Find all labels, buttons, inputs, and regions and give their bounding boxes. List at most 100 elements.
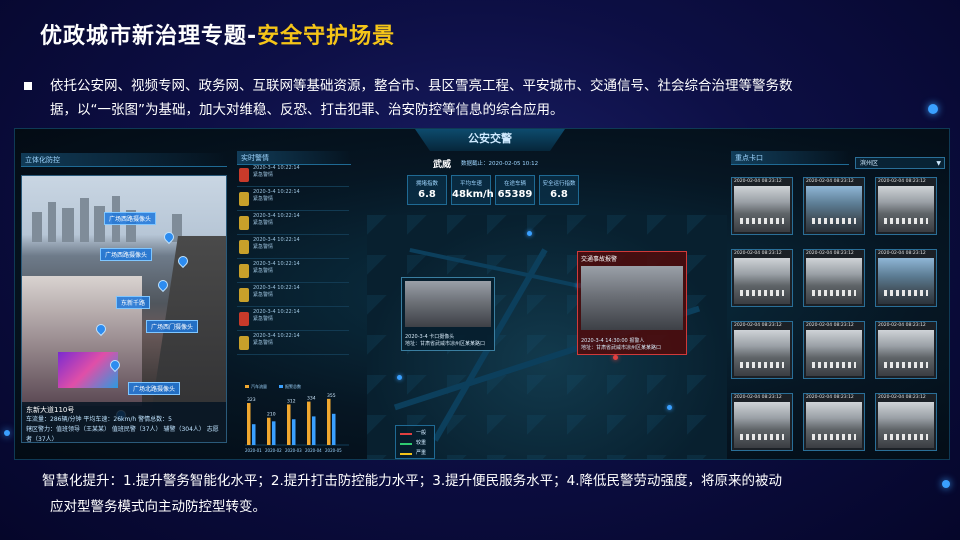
legend-label: 汽车流量 — [251, 383, 267, 389]
camera-popup-line-1: 2020-3-4 卡口摄像头 — [405, 334, 455, 340]
alert-item[interactable]: 2020-3-4 10:22:14 紧急警情 — [237, 237, 349, 259]
alert-icon — [239, 240, 249, 254]
camera-tile[interactable]: 2020-02-04 08:23:12 — [731, 393, 793, 451]
camera-timestamp: 2020-02-04 08:23:12 — [878, 251, 926, 256]
camera-scene — [734, 402, 790, 448]
map-marker-icon[interactable] — [527, 231, 532, 236]
camera-label[interactable]: 东新千路 — [116, 296, 151, 309]
region-select[interactable]: 滨州区 ▼ — [855, 157, 945, 169]
camera-tile[interactable]: 2020-02-04 08:23:12 — [803, 249, 865, 307]
alert-item[interactable]: 2020-3-4 10:22:14 紧急警情 — [237, 165, 349, 187]
stat-box: 平均车速 48km/h — [451, 175, 494, 205]
camera-label[interactable]: 广场西门摄像头 — [146, 320, 199, 333]
crosswalk — [740, 362, 784, 368]
alert-item[interactable]: 2020-3-4 10:22:14 紧急警情 — [237, 309, 349, 331]
camera-timestamp: 2020-02-04 08:23:12 — [878, 395, 926, 400]
camera-tile[interactable]: 2020-02-04 08:23:12 — [731, 249, 793, 307]
led-screen — [58, 352, 118, 388]
map-marker-icon[interactable] — [397, 375, 402, 380]
crosswalk — [812, 362, 856, 368]
camera-tile[interactable]: 2020-02-04 08:23:12 — [731, 177, 793, 235]
camera-scene — [806, 186, 862, 232]
camera-timestamp: 2020-02-04 08:23:12 — [734, 323, 782, 328]
bar — [267, 417, 271, 445]
cams-panel-title: 重点卡口 — [731, 151, 849, 165]
bar — [272, 421, 276, 445]
camera-tile[interactable]: 2020-02-04 08:23:12 — [803, 321, 865, 379]
legend-line — [400, 443, 412, 445]
camera-scene — [734, 330, 790, 376]
camera-scene — [806, 402, 862, 448]
camera-pin-icon[interactable] — [155, 277, 171, 293]
alert-item[interactable]: 2020-3-4 10:22:14 紧急警情 — [237, 189, 349, 211]
stat-box: 在途车辆 65389 — [495, 175, 535, 205]
city-label: 武威 — [433, 160, 452, 170]
camera-timestamp: 2020-02-04 08:23:12 — [806, 251, 854, 256]
crosswalk — [740, 434, 784, 440]
alert-item[interactable]: 2020-3-4 10:22:14 紧急警情 — [237, 333, 349, 355]
crosswalk — [740, 290, 784, 296]
alert-item[interactable]: 2020-3-4 10:22:14 紧急警情 — [237, 213, 349, 235]
accident-popup[interactable]: 交通事故报警 2020-3-4 14:30:00 报警人 地址：甘肃省武威市凉州… — [577, 251, 687, 355]
legend-label: 严重 — [416, 450, 427, 456]
alert-item[interactable]: 2020-3-4 10:22:14 紧急警情 — [237, 285, 349, 307]
camera-tile[interactable]: 2020-02-04 08:23:12 — [803, 177, 865, 235]
bar-value-label: 355 — [327, 393, 336, 399]
camera-label[interactable]: 广场北路摄像头 — [128, 382, 181, 395]
left-panel-title: 立体化防控 — [21, 153, 227, 167]
camera-tile[interactable]: 2020-02-04 08:23:12 — [875, 177, 937, 235]
camera-scene — [734, 186, 790, 232]
camera-timestamp: 2020-02-04 08:23:12 — [878, 323, 926, 328]
crosswalk — [812, 290, 856, 296]
x-tick-label: 2020-05 — [325, 448, 342, 453]
camera-scene — [734, 258, 790, 304]
alert-list: 2020-3-4 10:22:14 紧急警情 2020-3-4 10:22:14 紧急… — [237, 165, 349, 365]
camera-timestamp: 2020-02-04 08:23:12 — [734, 251, 782, 256]
alert-type: 紧急警情 — [253, 196, 274, 202]
alert-icon — [239, 264, 249, 278]
camera-tile[interactable]: 2020-02-04 08:23:12 — [731, 321, 793, 379]
bullet-line-2: 据，以“一张图”为基础，加大对维稳、反恐、打击犯罪、治安防控等信息的综合应用。 — [50, 102, 564, 118]
camera-tile[interactable]: 2020-02-04 08:23:12 — [803, 393, 865, 451]
camera-snapshot — [405, 281, 491, 327]
alert-time: 2020-3-4 10:22:14 — [253, 261, 300, 267]
map-marker-icon[interactable] — [667, 405, 672, 410]
bar — [292, 419, 296, 445]
alert-item[interactable]: 2020-3-4 10:22:14 紧急警情 — [237, 261, 349, 283]
summary-text: 智慧化提升：1.提升警务智能化水平；2.提升打击防控能力水平；3.提升便民服务水… — [42, 468, 932, 520]
alert-icon — [239, 168, 249, 182]
building — [80, 198, 89, 242]
stat-value: 48km/h — [452, 189, 494, 200]
crosswalk — [884, 434, 928, 440]
alert-icon — [239, 336, 249, 350]
bar — [327, 398, 331, 445]
building — [62, 208, 74, 242]
camera-scene — [878, 402, 934, 448]
alert-icon — [239, 192, 249, 206]
camera-tile[interactable]: 2020-02-04 08:23:12 — [875, 249, 937, 307]
camera-tile[interactable]: 2020-02-04 08:23:12 — [875, 393, 937, 451]
page-title: 优政城市新治理专题-安全守护场景 — [40, 18, 395, 50]
alert-type: 紧急警情 — [253, 244, 274, 250]
decor-dot — [942, 480, 950, 488]
stat-value: 6.8 — [550, 189, 568, 200]
alert-type: 紧急警情 — [253, 220, 274, 226]
camera-timestamp: 2020-02-04 08:23:12 — [878, 179, 926, 184]
camera-popup[interactable]: 2020-3-4 卡口摄像头 地址：甘肃省武威市凉州区某某路口 — [401, 277, 495, 351]
accident-popup-line-2: 地址：甘肃省武威市凉州区某某路口 — [581, 345, 662, 351]
title-sub: 安全守护场景 — [257, 24, 396, 49]
camera-timestamp: 2020-02-04 08:23:12 — [806, 179, 854, 184]
alert-time: 2020-3-4 10:22:14 — [253, 309, 300, 315]
building — [48, 202, 56, 242]
camera-grid: 2020-02-04 08:23:12 2020-02-04 08:23:12 20… — [731, 177, 943, 453]
location-line-2: 辖区警力：值班领导（王某某） 值班民警（37人） 辅警（304人） 志愿者（37… — [26, 426, 219, 443]
dashboard-title: 公安交警 — [415, 129, 565, 151]
alert-time: 2020-3-4 10:22:14 — [253, 213, 300, 219]
camera-label[interactable]: 广场西路摄像头 — [100, 248, 153, 261]
bar — [332, 413, 336, 445]
camera-scene — [878, 330, 934, 376]
alert-type: 紧急警情 — [253, 172, 274, 178]
map-marker-icon[interactable] — [613, 355, 618, 360]
camera-label[interactable]: 广场西路摄像头 — [104, 212, 157, 225]
camera-tile[interactable]: 2020-02-04 08:23:12 — [875, 321, 937, 379]
